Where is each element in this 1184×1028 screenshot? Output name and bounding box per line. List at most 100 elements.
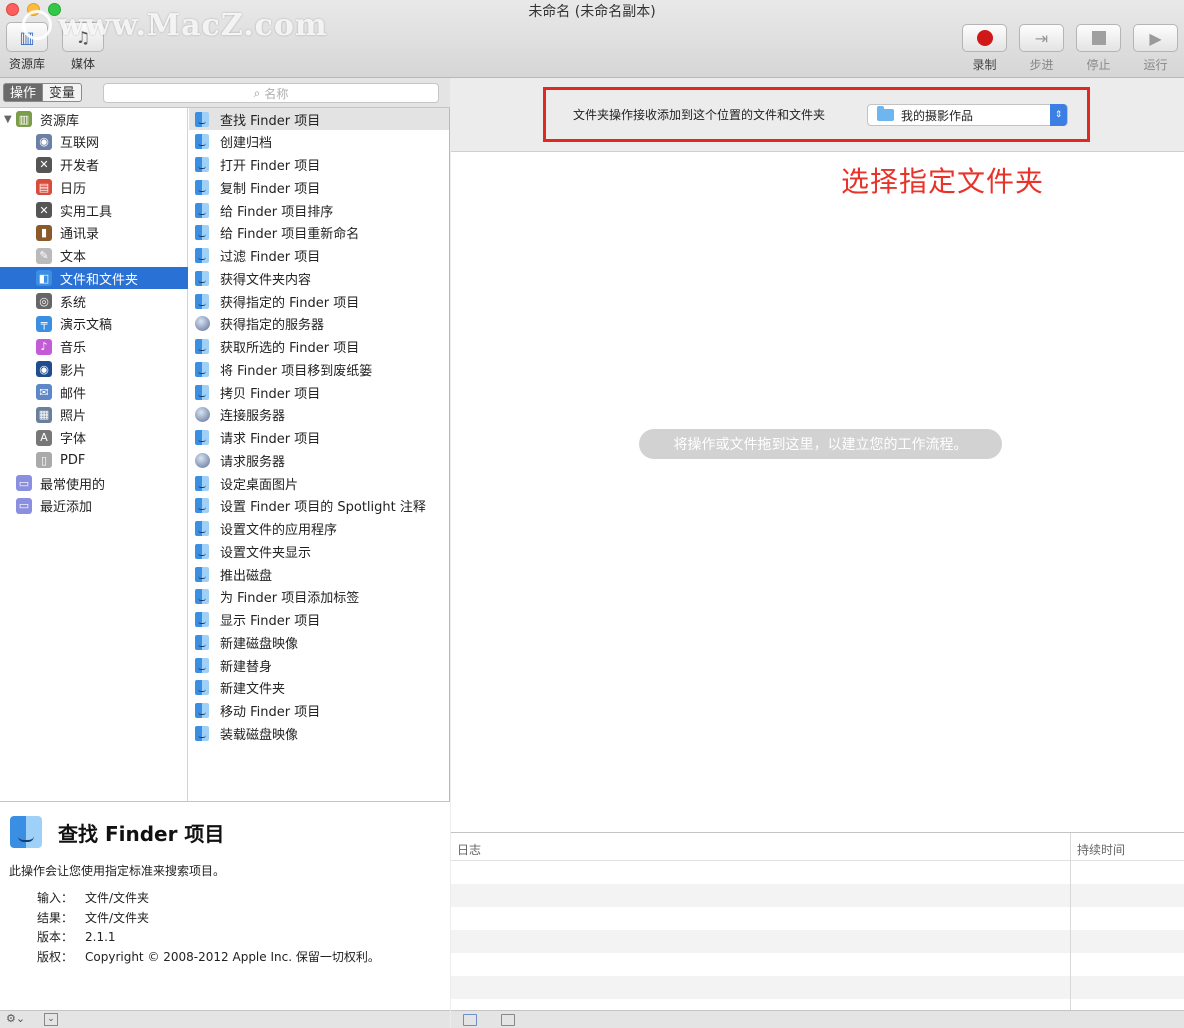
action-item[interactable]: 为 Finder 项目添加标签 (189, 586, 449, 608)
action-item[interactable]: 移动 Finder 项目 (189, 700, 449, 722)
tab-actions[interactable]: 操作 (3, 83, 44, 102)
finder-icon (195, 157, 209, 172)
action-item[interactable]: 获取所选的 Finder 项目 (189, 336, 449, 358)
copyright-key: 版权： (37, 949, 74, 964)
action-item[interactable]: 连接服务器 (189, 404, 449, 426)
sidebar-item[interactable]: ◧ 文件和文件夹 (0, 267, 188, 290)
action-item[interactable]: 过滤 Finder 项目 (189, 245, 449, 267)
log-column-header[interactable]: 日志 (457, 841, 481, 858)
version-key: 版本： (37, 930, 74, 945)
action-item[interactable]: 新建磁盘映像 (189, 631, 449, 653)
sidebar-item[interactable]: ◎ 系统 (0, 290, 188, 312)
run-button[interactable]: ▶ 运行 (1133, 24, 1178, 73)
action-item[interactable]: 创建归档 (189, 131, 449, 153)
action-item[interactable]: 获得文件夹内容 (189, 267, 449, 289)
sidebar-item-label: 开发者 (60, 159, 100, 174)
library-footer: ⚙⌄ ⌄ (0, 1010, 450, 1028)
library-header: 操作 变量 ⌕ 名称 (0, 78, 450, 108)
calendar-icon: ▤ (36, 179, 52, 196)
gear-menu-button[interactable]: ⚙⌄ (6, 1012, 25, 1025)
sidebar-item[interactable]: ◉ 互联网 (0, 131, 188, 153)
action-item[interactable]: 设定桌面图片 (189, 472, 449, 494)
action-item-label: 新建文件夹 (220, 682, 286, 698)
action-item[interactable]: 给 Finder 项目排序 (189, 199, 449, 221)
stop-button[interactable]: 停止 (1076, 24, 1121, 73)
globe-icon: ◉ (36, 133, 52, 150)
media-label: 媒体 (70, 57, 95, 71)
disclosure-triangle-icon[interactable]: ▼ (4, 114, 12, 125)
finder-icon (195, 134, 209, 150)
sidebar-item[interactable]: ♪ 音乐 (0, 336, 188, 358)
duration-column-header[interactable]: 持续时间 (1077, 841, 1125, 858)
action-item[interactable]: 设置文件的应用程序 (189, 518, 449, 540)
workflow-footer (451, 1010, 1184, 1028)
action-item-label: 新建磁盘映像 (220, 636, 299, 652)
search-input[interactable]: ⌕ 名称 (103, 83, 439, 103)
action-item[interactable]: 请求 Finder 项目 (189, 427, 449, 449)
smart-folder-icon: ▭ (16, 497, 32, 514)
column-separator[interactable] (1070, 833, 1071, 1011)
action-item[interactable]: 装载磁盘映像 (189, 722, 449, 744)
input-key: 输入： (37, 891, 74, 906)
action-item-label: 设置 Finder 项目的 Spotlight 注释 (220, 500, 426, 516)
sidebar-item-label: 最常使用的 (40, 477, 106, 493)
finder-icon (195, 225, 209, 241)
action-item[interactable]: 将 Finder 项目移到废纸篓 (189, 358, 449, 380)
sidebar-item[interactable]: ✎ 文本 (0, 245, 188, 267)
sidebar-item-label: 实用工具 (60, 204, 113, 220)
action-item[interactable]: 请求服务器 (189, 449, 449, 471)
sidebar-item[interactable]: ▯ PDF (0, 449, 188, 471)
sidebar-item[interactable]: ▦ 照片 (0, 404, 188, 426)
action-item[interactable]: 推出磁盘 (189, 563, 449, 585)
sidebar-item[interactable]: ▭ 最近添加 (0, 495, 188, 517)
action-item[interactable]: 设置文件夹显示 (189, 540, 449, 562)
folder-popup[interactable]: 我的摄影作品 ⇕ (867, 104, 1068, 126)
list-view-icon[interactable] (463, 1014, 477, 1026)
sidebar-item[interactable]: ▤ 日历 (0, 176, 188, 198)
sidebar-item[interactable]: ✉ 邮件 (0, 381, 188, 403)
log-stripe (451, 884, 1184, 907)
action-item-label: 新建替身 (220, 659, 273, 675)
tools-icon: ✕ (36, 156, 52, 173)
copyright-value: Copyright © 2008-2012 Apple Inc. 保留一切权利。 (85, 949, 380, 964)
step-button[interactable]: ⇥ 步进 (1019, 24, 1064, 73)
finder-icon (195, 566, 209, 582)
search-placeholder: 名称 (264, 86, 289, 101)
description-toggle-icon[interactable]: ⌄ (44, 1013, 58, 1026)
tab-variables[interactable]: 变量 (43, 83, 83, 102)
sidebar-item[interactable]: ╤ 演示文稿 (0, 313, 188, 335)
action-item-label: 获得文件夹内容 (220, 272, 312, 288)
action-item[interactable]: 获得指定的服务器 (189, 313, 449, 335)
utilities-icon: ✕ (36, 202, 52, 218)
record-button[interactable]: 录制 (962, 24, 1007, 73)
action-item[interactable]: 给 Finder 项目重新命名 (189, 222, 449, 244)
action-item[interactable]: 复制 Finder 项目 (189, 176, 449, 198)
action-item[interactable]: 拷贝 Finder 项目 (189, 381, 449, 403)
finder-icon (195, 521, 209, 536)
finder-icon (195, 725, 209, 741)
action-item[interactable]: 显示 Finder 项目 (189, 609, 449, 631)
sidebar-item-label: 文件和文件夹 (60, 272, 139, 288)
toolbar-right-group: 录制 ⇥ 步进 停止 ▶ 运行 (962, 24, 1178, 73)
split-view-icon[interactable] (501, 1014, 515, 1026)
sidebar-item[interactable]: ✕ 实用工具 (0, 199, 188, 221)
action-item[interactable]: 设置 Finder 项目的 Spotlight 注释 (189, 495, 449, 517)
action-item[interactable]: 新建替身 (189, 654, 449, 676)
action-item[interactable]: 获得指定的 Finder 项目 (189, 290, 449, 312)
action-item[interactable]: 打开 Finder 项目 (189, 154, 449, 176)
version-value: 2.1.1 (85, 929, 116, 944)
sidebar-item[interactable]: ◉ 影片 (0, 358, 188, 380)
sidebar-item[interactable]: ▭ 最常使用的 (0, 472, 188, 494)
sidebar-item-label: 互联网 (60, 136, 100, 152)
finder-icon (195, 703, 209, 718)
finder-icon (195, 430, 209, 445)
action-item[interactable]: 新建文件夹 (189, 677, 449, 699)
sidebar-item-label: 文本 (60, 250, 87, 265)
action-item[interactable]: 查找 Finder 项目 (189, 108, 449, 130)
sidebar-item[interactable]: A 字体 (0, 427, 188, 449)
sidebar-item[interactable]: ✕ 开发者 (0, 154, 188, 176)
library-toggle-label: 资源库 (8, 57, 45, 71)
folder-action-header: 文件夹操作接收添加到这个位置的文件和文件夹 我的摄影作品 ⇕ (451, 78, 1184, 152)
sidebar-item[interactable]: ▮ 通讯录 (0, 222, 188, 244)
sidebar-item[interactable]: ▼ ▥ 资源库 (0, 108, 188, 130)
